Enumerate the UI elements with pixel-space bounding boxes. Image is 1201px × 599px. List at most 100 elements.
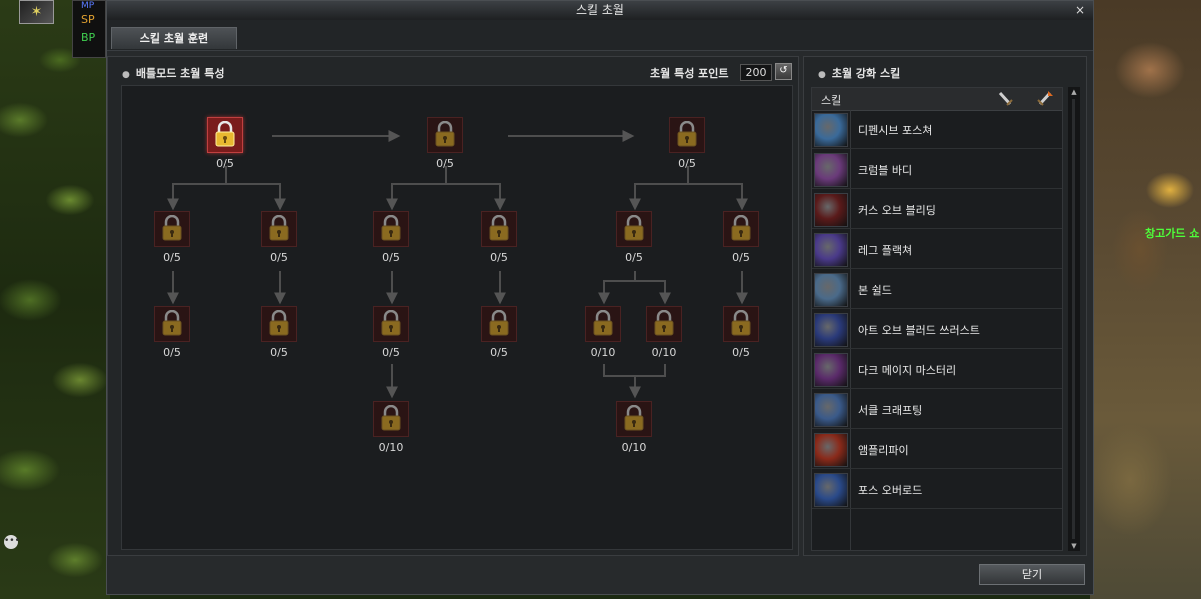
trait-node[interactable]: 0/5 <box>207 117 243 170</box>
trait-node-count: 0/10 <box>378 441 404 454</box>
skill-list-header: 스킬 <box>812 88 1062 111</box>
trait-node[interactable]: 0/5 <box>154 306 190 359</box>
trait-node-count: 0/5 <box>163 251 181 264</box>
trait-node-count: 0/5 <box>270 251 288 264</box>
lock-icon <box>489 214 509 244</box>
skill-icon <box>814 473 848 507</box>
lock-icon <box>624 214 644 244</box>
skill-row[interactable]: 다크 메이지 마스터리 <box>812 351 1062 389</box>
bp-label: BP <box>81 31 96 44</box>
trait-node[interactable]: 0/5 <box>481 211 517 264</box>
trait-node-count: 0/5 <box>732 251 750 264</box>
scroll-down-icon[interactable]: ▼ <box>1069 541 1079 551</box>
skill-row[interactable]: 본 쉴드 <box>812 271 1062 309</box>
trait-node[interactable]: 0/5 <box>373 306 409 359</box>
skill-column-header: 스킬 <box>821 94 842 107</box>
skill-row[interactable]: 서클 크래프팅 <box>812 391 1062 429</box>
trait-node[interactable]: 0/10 <box>646 306 682 359</box>
lock-icon <box>381 214 401 244</box>
trait-node[interactable]: 0/5 <box>723 306 759 359</box>
trait-node-count: 0/10 <box>651 346 677 359</box>
skill-name: 디펜시브 포스쳐 <box>858 124 933 137</box>
trait-node[interactable]: 0/5 <box>373 211 409 264</box>
lock-icon <box>435 120 455 150</box>
skill-row[interactable]: 레그 플랙쳐 <box>812 231 1062 269</box>
skill-transcend-window: 스킬 초월 × 스킬 초월 훈련 ● 배틀모드 초월 특성 초월 특성 포인트 2… <box>106 0 1094 595</box>
trait-node-count: 0/5 <box>163 346 181 359</box>
scroll-up-icon[interactable]: ▲ <box>1069 87 1079 97</box>
trait-node[interactable]: 0/5 <box>427 117 463 170</box>
trait-node[interactable]: 0/10 <box>585 306 621 359</box>
enhance-sword-icon[interactable] <box>1036 90 1054 108</box>
trait-node-count: 0/5 <box>490 251 508 264</box>
trait-node[interactable]: 0/5 <box>261 211 297 264</box>
trait-node[interactable]: 0/10 <box>616 401 652 454</box>
lock-icon <box>269 309 289 339</box>
trait-node[interactable]: 0/5 <box>723 211 759 264</box>
skill-row[interactable]: 디펜시브 포스쳐 <box>812 111 1062 149</box>
skill-row[interactable]: 포스 오버로드 <box>812 471 1062 509</box>
character-portrait-icon[interactable]: ✶ <box>19 0 54 24</box>
skill-name: 다크 메이지 마스터리 <box>858 364 957 377</box>
trait-node[interactable]: 0/5 <box>669 117 705 170</box>
trait-points-label: 초월 특성 포인트 <box>650 67 729 80</box>
trait-points-value: 200 <box>740 64 772 81</box>
trait-node[interactable]: 0/5 <box>481 306 517 359</box>
chat-bubble-icon[interactable]: ••• <box>4 535 20 549</box>
lock-icon <box>731 309 751 339</box>
trait-node[interactable]: 0/5 <box>154 211 190 264</box>
skill-icon <box>814 433 848 467</box>
npc-name-label: 창고가드 쇼 <box>1145 227 1200 240</box>
trait-node-count: 0/5 <box>490 346 508 359</box>
trait-node-count: 0/5 <box>382 251 400 264</box>
lock-icon <box>162 309 182 339</box>
trait-node-count: 0/10 <box>621 441 647 454</box>
lock-icon <box>489 309 509 339</box>
trait-node-count: 0/10 <box>590 346 616 359</box>
skill-row[interactable]: 크럼블 바디 <box>812 151 1062 189</box>
skill-name: 서클 크래프팅 <box>858 404 923 417</box>
skill-name: 본 쉴드 <box>858 284 892 297</box>
lock-icon <box>269 214 289 244</box>
trait-node-count: 0/5 <box>436 157 454 170</box>
lock-icon <box>624 404 644 434</box>
trait-tree <box>121 85 793 550</box>
close-button[interactable]: 닫기 <box>979 564 1085 585</box>
lock-icon <box>215 120 235 150</box>
skill-row[interactable]: 커스 오브 블리딩 <box>812 191 1062 229</box>
tab-transcend-training[interactable]: 스킬 초월 훈련 <box>111 27 237 49</box>
skill-icon <box>814 153 848 187</box>
skill-list-scrollbar[interactable]: ▲ ▼ <box>1068 87 1080 551</box>
lock-icon <box>162 214 182 244</box>
skill-icon <box>814 393 848 427</box>
hud-stats: MP SP BP <box>72 0 106 58</box>
lock-icon <box>593 309 613 339</box>
lock-icon <box>731 214 751 244</box>
trait-node-count: 0/5 <box>625 251 643 264</box>
skill-row[interactable]: 아트 오브 블러드 쓰러스트 <box>812 311 1062 349</box>
trait-node-count: 0/5 <box>678 157 696 170</box>
sword-icon[interactable] <box>996 90 1014 108</box>
scroll-track[interactable] <box>1072 99 1075 539</box>
bullet-icon: ● <box>122 70 130 80</box>
skill-icon <box>814 313 848 347</box>
trait-node[interactable]: 0/10 <box>373 401 409 454</box>
close-icon[interactable]: × <box>1075 1 1085 20</box>
traits-panel-title: ● 배틀모드 초월 특성 <box>122 65 224 81</box>
skills-panel-title: ● 초월 강화 스킬 <box>818 65 900 81</box>
reset-points-button[interactable]: ↺ <box>775 63 792 80</box>
skill-name: 앰플리파이 <box>858 444 909 457</box>
skill-name: 크럼블 바디 <box>858 164 913 177</box>
skill-row[interactable]: 앰플리파이 <box>812 431 1062 469</box>
trait-node-count: 0/5 <box>270 346 288 359</box>
window-titlebar[interactable]: 스킬 초월 × <box>107 1 1093 21</box>
skill-name: 아트 오브 블러드 쓰러스트 <box>858 324 980 337</box>
skill-icon <box>814 113 848 147</box>
window-title: 스킬 초월 <box>576 3 624 17</box>
skill-list: 스킬 디펜시브 포스쳐 크럼블 바디 커스 오브 블리딩 레그 플랙쳐 본 쉴드… <box>811 87 1063 551</box>
trait-node[interactable]: 0/5 <box>616 211 652 264</box>
skill-icon <box>814 193 848 227</box>
trait-node[interactable]: 0/5 <box>261 306 297 359</box>
trait-node-count: 0/5 <box>216 157 234 170</box>
skill-icon <box>814 233 848 267</box>
